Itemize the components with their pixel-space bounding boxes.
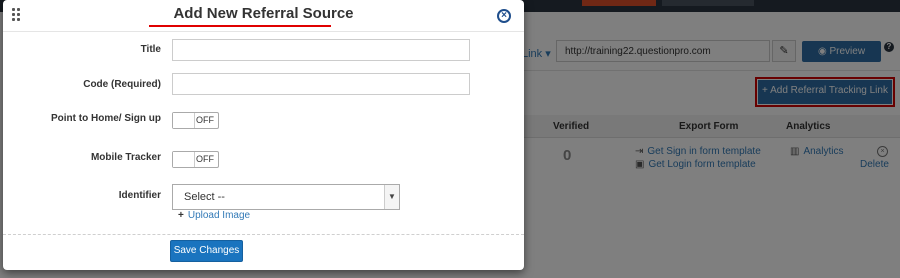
title-label: Title (140, 44, 161, 55)
save-changes-button[interactable]: Save Changes (170, 240, 243, 262)
footer-divider (3, 234, 524, 235)
modal-title: Add New Referral Source (173, 5, 354, 22)
identifier-select[interactable]: Select -- ▼ (172, 184, 400, 210)
toggle-knob (173, 113, 195, 128)
code-label: Code (Required) (83, 79, 161, 90)
mobile-tracker-label: Mobile Tracker (90, 152, 161, 163)
identifier-label: Identifier (118, 190, 161, 201)
toggle-state: OFF (196, 115, 214, 125)
toggle-state: OFF (196, 154, 214, 164)
plus-icon: + (178, 210, 184, 221)
toggle-knob (173, 152, 195, 167)
add-referral-source-modal: Add New Referral Source × Title Code (Re… (3, 0, 524, 270)
code-input[interactable] (172, 73, 470, 95)
close-icon[interactable]: × (497, 9, 511, 23)
title-input[interactable] (172, 39, 470, 61)
mobile-tracker-toggle[interactable]: OFF (172, 151, 219, 168)
modal-header: Add New Referral Source × (3, 0, 524, 32)
identifier-selected-value: Select -- (184, 191, 225, 203)
point-to-home-toggle[interactable]: OFF (172, 112, 219, 129)
upload-image-link[interactable]: + Upload Image (178, 210, 250, 221)
point-to-home-label: Point to Home/ Sign up (51, 113, 161, 124)
chevron-down-icon: ▼ (384, 185, 399, 209)
title-red-underline (149, 25, 331, 27)
